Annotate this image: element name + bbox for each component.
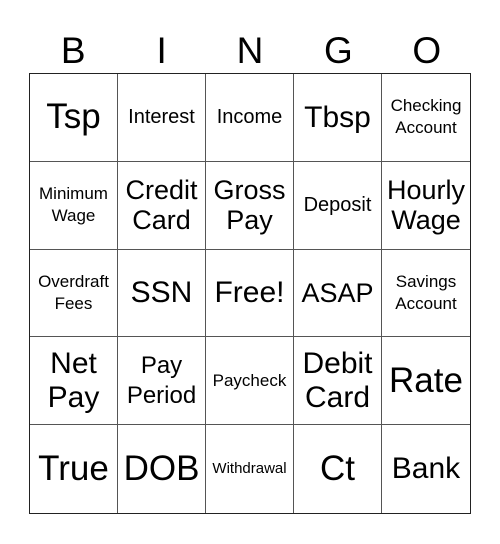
bingo-cell[interactable]: Net Pay — [30, 337, 118, 426]
bingo-cell[interactable]: Tbsp — [294, 74, 382, 162]
bingo-cell[interactable]: Paycheck — [206, 337, 294, 426]
bingo-board: Tsp Interest Income Tbsp Checking Accoun… — [29, 73, 471, 514]
bingo-cell[interactable]: Savings Account — [382, 250, 470, 338]
header-letter-i: I — [156, 29, 167, 71]
bingo-cell[interactable]: Pay Period — [118, 337, 206, 426]
header-letter-o: O — [412, 29, 442, 71]
header-letter-n: N — [236, 29, 264, 71]
bingo-cell[interactable]: Bank — [382, 425, 470, 513]
bingo-cell[interactable]: Withdrawal — [206, 425, 294, 513]
bingo-cell[interactable]: Interest — [118, 74, 206, 162]
bingo-cell[interactable]: Hourly Wage — [382, 162, 470, 250]
bingo-cell[interactable]: Gross Pay — [206, 161, 294, 250]
bingo-cell[interactable]: Income — [206, 74, 294, 162]
bingo-cell[interactable]: SSN — [118, 249, 206, 338]
bingo-cell[interactable]: True — [30, 425, 118, 513]
bingo-cell[interactable]: Deposit — [294, 161, 382, 250]
bingo-cell[interactable]: Rate — [382, 337, 470, 426]
bingo-cell[interactable]: Overdraft Fees — [30, 249, 118, 338]
bingo-cell[interactable]: Debit Card — [294, 337, 382, 426]
bingo-cell[interactable]: Minimum Wage — [30, 161, 118, 250]
header-letter-g: G — [324, 29, 353, 71]
bingo-cell[interactable]: Credit Card — [118, 161, 206, 250]
bingo-cell[interactable]: DOB — [118, 425, 206, 513]
free-space-cell[interactable]: Free! — [206, 249, 294, 338]
bingo-cell[interactable]: Ct — [294, 425, 382, 513]
bingo-cell[interactable]: ASAP — [294, 249, 382, 338]
bingo-header: B I N G O — [29, 26, 471, 74]
bingo-cell[interactable]: Tsp — [30, 74, 118, 162]
bingo-cell[interactable]: Checking Account — [382, 74, 470, 162]
header-letter-b: B — [60, 29, 86, 71]
